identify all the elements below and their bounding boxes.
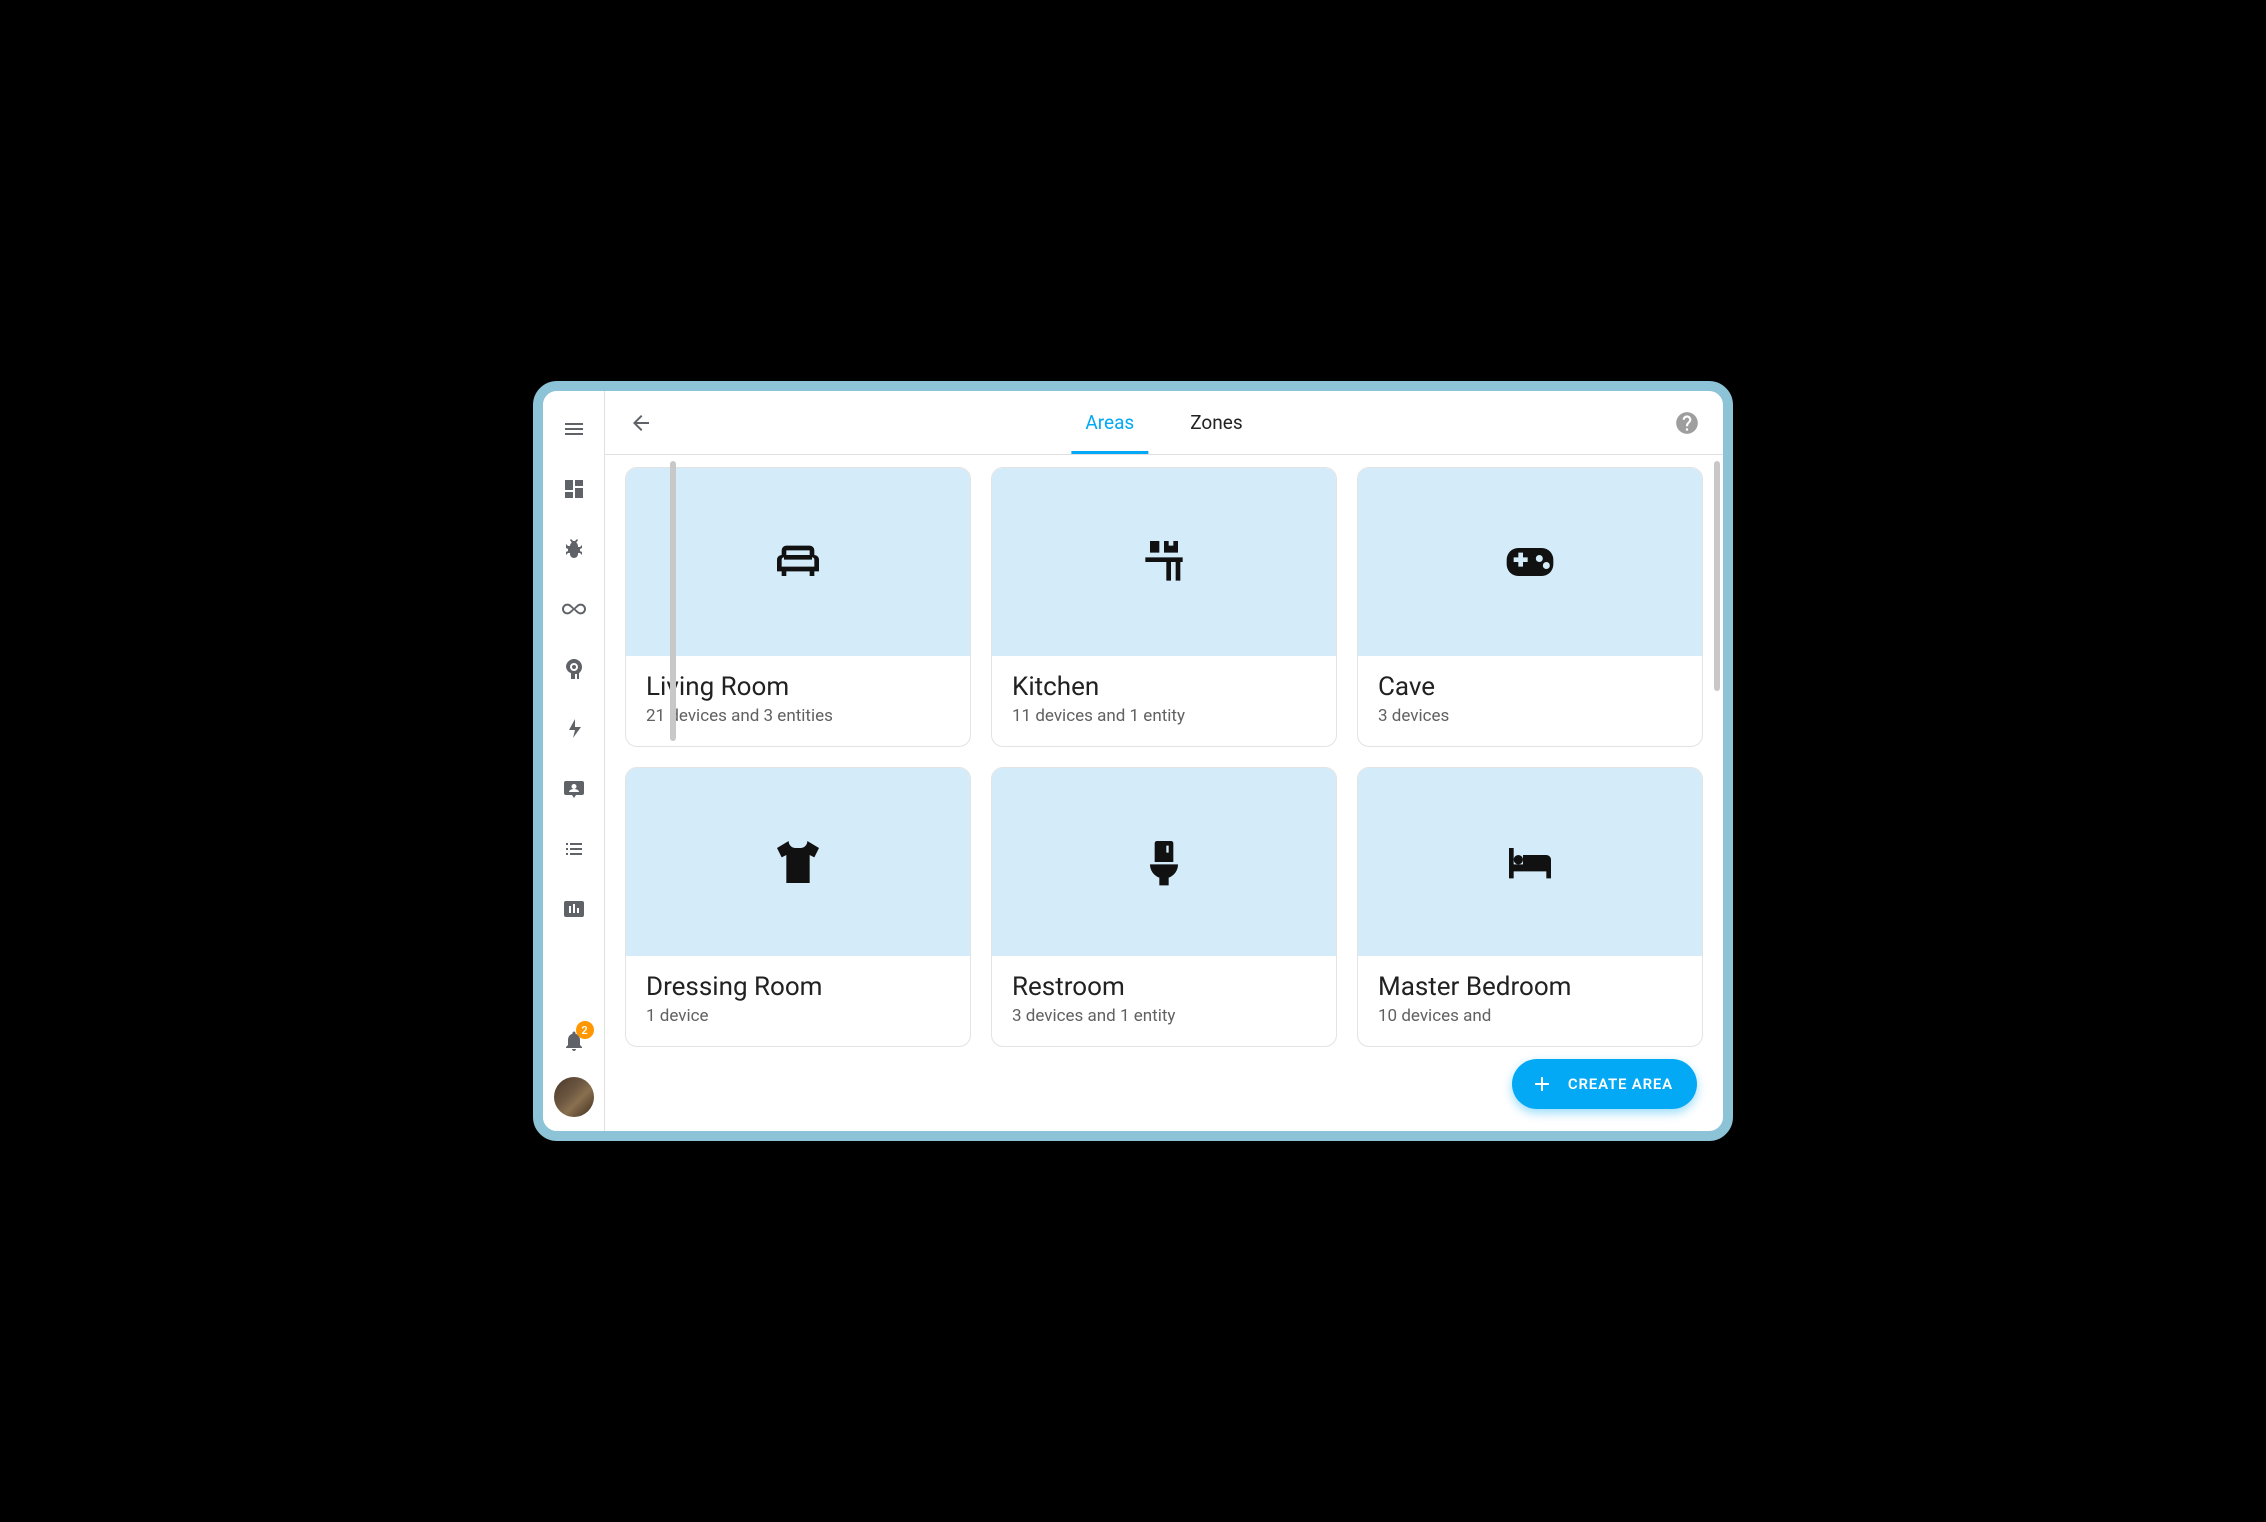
- area-card-image: [992, 768, 1336, 956]
- list-icon: [562, 837, 586, 861]
- gear-head-icon: [562, 657, 586, 681]
- area-title: Restroom: [1012, 972, 1316, 1002]
- tshirt-icon: [770, 834, 826, 890]
- area-title: Dressing Room: [646, 972, 950, 1002]
- dashboard-icon: [562, 477, 586, 501]
- area-card-body: Master Bedroom 10 devices and: [1358, 956, 1702, 1046]
- sidebar-dashboard[interactable]: [550, 465, 598, 513]
- area-title: Cave: [1378, 672, 1682, 702]
- tab-areas[interactable]: Areas: [1077, 391, 1142, 454]
- arrow-left-icon: [629, 411, 653, 435]
- user-avatar[interactable]: [554, 1077, 594, 1117]
- notifications-button[interactable]: 2: [550, 1017, 598, 1065]
- content-area: Living Room 21 devices and 3 entities Ki…: [605, 455, 1723, 1131]
- area-title: Living Room: [646, 672, 950, 702]
- create-area-button[interactable]: CREATE AREA: [1512, 1059, 1697, 1109]
- topbar: Areas Zones: [605, 391, 1723, 455]
- sidebar-person[interactable]: [550, 765, 598, 813]
- sidebar-automations[interactable]: [550, 585, 598, 633]
- area-subtitle: 3 devices and 1 entity: [1012, 1006, 1316, 1026]
- notification-badge: 2: [576, 1021, 594, 1039]
- area-card-image: [626, 468, 970, 656]
- areas-grid: Living Room 21 devices and 3 entities Ki…: [625, 467, 1703, 1047]
- area-card[interactable]: Restroom 3 devices and 1 entity: [991, 767, 1337, 1047]
- tabs: Areas Zones: [1077, 391, 1250, 454]
- area-card-body: Kitchen 11 devices and 1 entity: [992, 656, 1336, 746]
- area-card-image: [626, 768, 970, 956]
- scrollbar-left[interactable]: [670, 461, 676, 741]
- gamepad-icon: [1502, 534, 1558, 590]
- person-card-icon: [562, 777, 586, 801]
- infinity-icon: [562, 597, 586, 621]
- help-icon: [1674, 410, 1700, 436]
- sidebar-energy[interactable]: [550, 705, 598, 753]
- toilet-icon: [1136, 834, 1192, 890]
- plus-icon: [1530, 1072, 1554, 1096]
- bug-icon: [562, 537, 586, 561]
- area-card[interactable]: Cave 3 devices: [1357, 467, 1703, 747]
- area-subtitle: 1 device: [646, 1006, 950, 1026]
- area-subtitle: 10 devices and: [1378, 1006, 1682, 1026]
- sidebar-debug[interactable]: [550, 525, 598, 573]
- area-card[interactable]: Dressing Room 1 device: [625, 767, 971, 1047]
- sidebar: 2: [543, 391, 605, 1131]
- area-card-image: [1358, 468, 1702, 656]
- area-subtitle: 21 devices and 3 entities: [646, 706, 950, 726]
- sidebar-list[interactable]: [550, 825, 598, 873]
- area-card-body: Cave 3 devices: [1358, 656, 1702, 746]
- fab-label: CREATE AREA: [1568, 1075, 1673, 1093]
- main-content: Areas Zones Living Room 21 devices and 3…: [605, 391, 1723, 1131]
- kitchen-icon: [1136, 534, 1192, 590]
- area-title: Kitchen: [1012, 672, 1316, 702]
- sidebar-stats[interactable]: [550, 885, 598, 933]
- sofa-icon: [770, 534, 826, 590]
- area-card-body: Living Room 21 devices and 3 entities: [626, 656, 970, 746]
- menu-button[interactable]: [550, 405, 598, 453]
- area-subtitle: 11 devices and 1 entity: [1012, 706, 1316, 726]
- area-title: Master Bedroom: [1378, 972, 1682, 1002]
- area-card[interactable]: Kitchen 11 devices and 1 entity: [991, 467, 1337, 747]
- tab-zones[interactable]: Zones: [1182, 391, 1250, 454]
- bed-icon: [1502, 834, 1558, 890]
- area-card[interactable]: Master Bedroom 10 devices and: [1357, 767, 1703, 1047]
- sidebar-settings[interactable]: [550, 645, 598, 693]
- area-card[interactable]: Living Room 21 devices and 3 entities: [625, 467, 971, 747]
- area-card-image: [992, 468, 1336, 656]
- area-card-body: Restroom 3 devices and 1 entity: [992, 956, 1336, 1046]
- hamburger-icon: [562, 417, 586, 441]
- area-card-image: [1358, 768, 1702, 956]
- scrollbar-right[interactable]: [1714, 461, 1720, 691]
- area-card-body: Dressing Room 1 device: [626, 956, 970, 1046]
- app-window: 2 Areas Zones Living Room 21 devices and…: [533, 381, 1733, 1141]
- chart-icon: [562, 897, 586, 921]
- area-subtitle: 3 devices: [1378, 706, 1682, 726]
- help-button[interactable]: [1667, 403, 1707, 443]
- back-button[interactable]: [621, 403, 661, 443]
- bolt-icon: [562, 717, 586, 741]
